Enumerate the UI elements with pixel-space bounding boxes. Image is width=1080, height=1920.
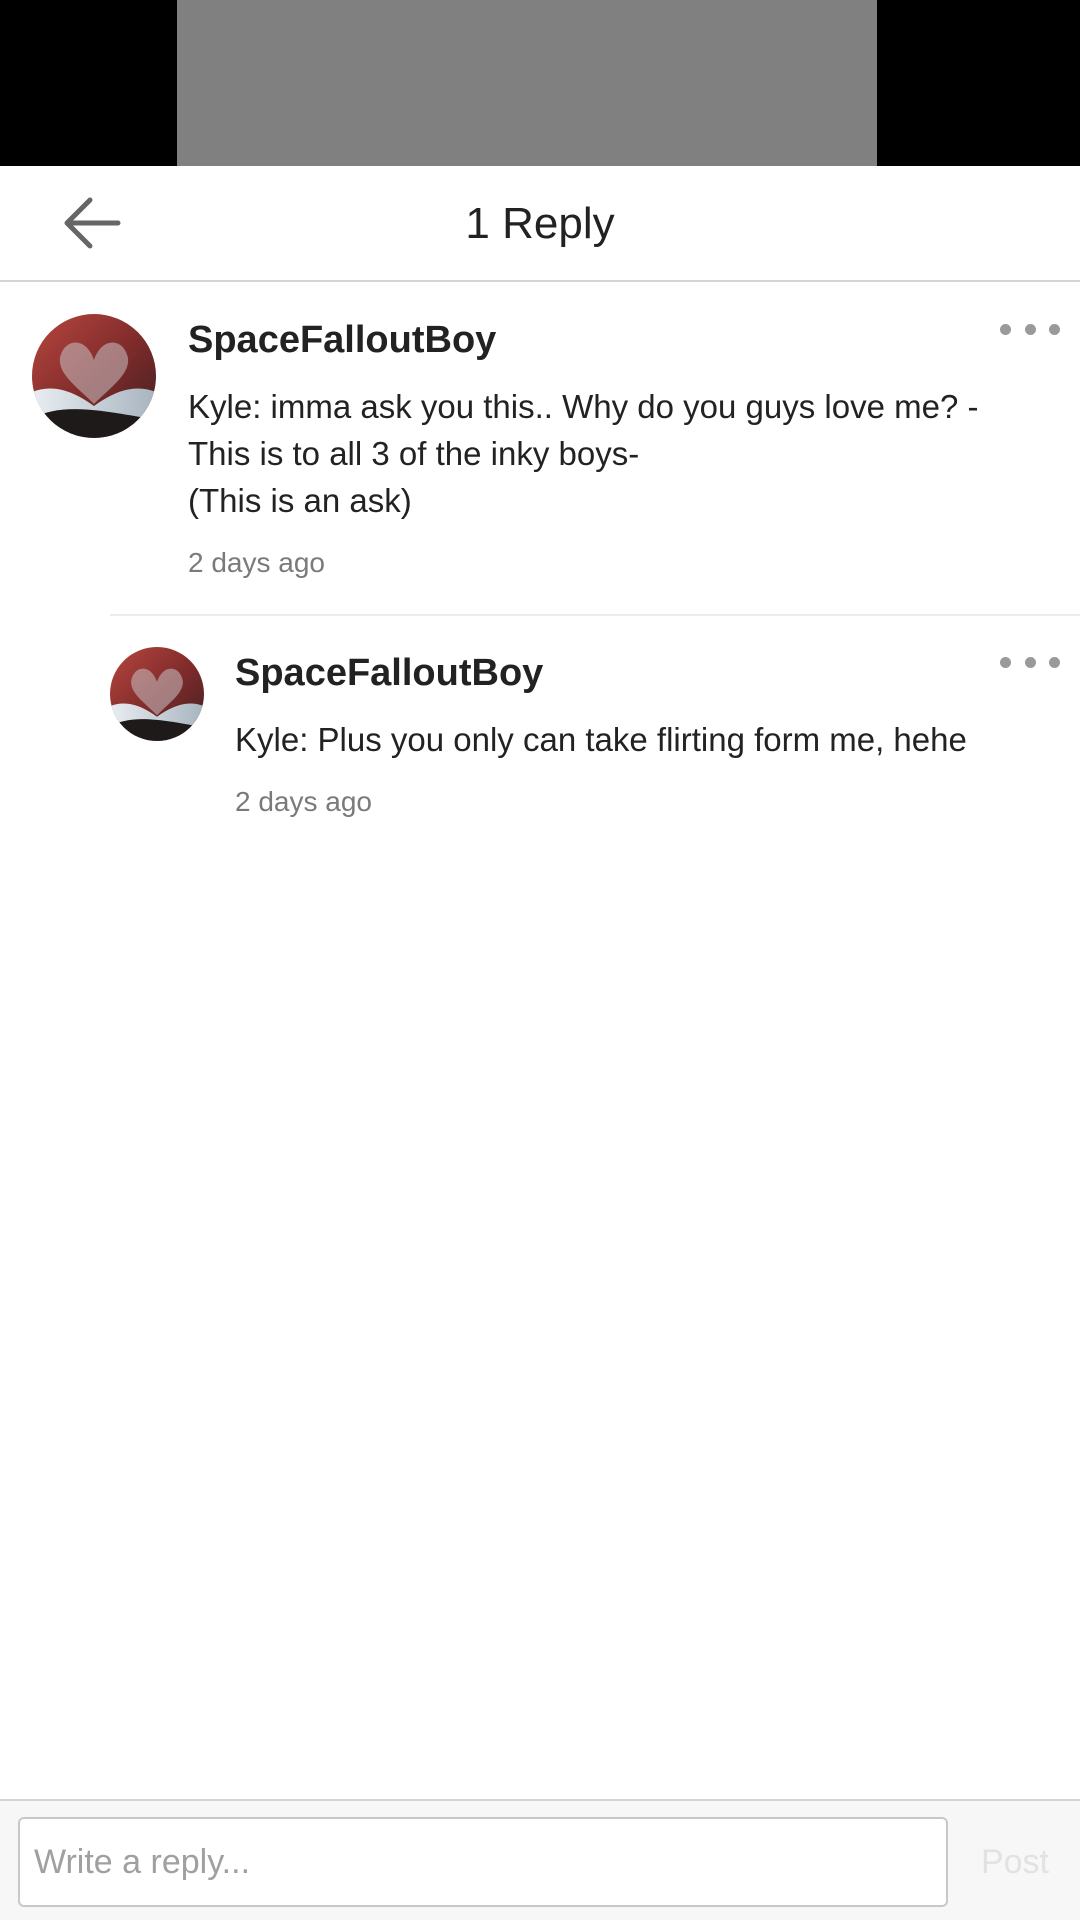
avatar[interactable]	[32, 314, 156, 438]
more-options-button[interactable]	[1000, 642, 1060, 682]
post-button[interactable]: Post	[960, 1817, 1070, 1907]
comment-item: SpaceFalloutBoy Kyle: imma ask you this.…	[0, 283, 1080, 613]
header-bar: 1 Reply	[0, 166, 1080, 282]
top-banner	[0, 0, 1080, 166]
avatar[interactable]	[110, 647, 204, 741]
page-title: 1 Reply	[465, 199, 615, 248]
author-name[interactable]: SpaceFalloutBoy	[188, 317, 496, 363]
media-placeholder[interactable]	[177, 0, 877, 166]
author-name[interactable]: SpaceFalloutBoy	[235, 650, 543, 696]
timestamp: 2 days ago	[188, 547, 325, 578]
timestamp: 2 days ago	[235, 786, 372, 817]
more-dots-icon	[1000, 323, 1011, 335]
reply-composer: Post	[0, 1799, 1080, 1920]
comment-text: Kyle: Plus you only can take flirting fo…	[235, 721, 967, 758]
reply-input[interactable]	[18, 1817, 948, 1907]
more-dots-icon	[1000, 656, 1011, 668]
more-options-button[interactable]	[1000, 309, 1060, 349]
reply-item: SpaceFalloutBoy Kyle: Plus you only can …	[0, 616, 1080, 856]
comment-text: Kyle: imma ask you this.. Why do you guy…	[188, 388, 979, 519]
